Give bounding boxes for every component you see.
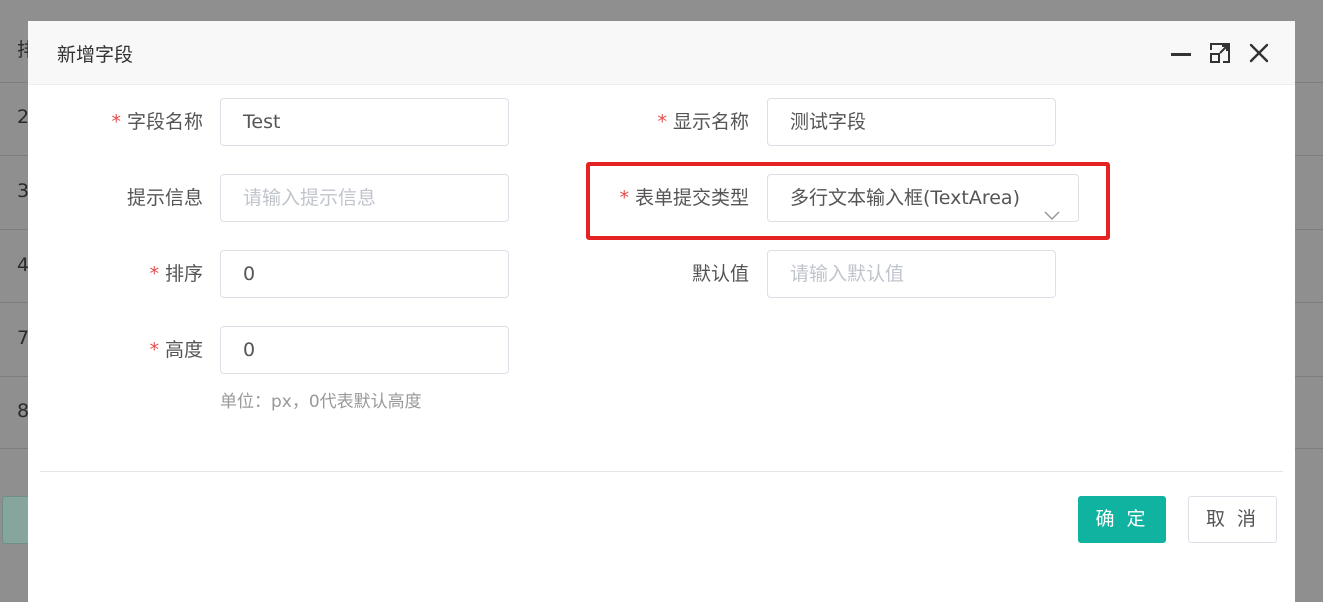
minimize-icon[interactable] xyxy=(1169,41,1193,65)
default-value-input[interactable]: 请输入默认值 xyxy=(767,250,1056,298)
maximize-icon[interactable] xyxy=(1208,41,1232,65)
display-name-label-text: 显示名称 xyxy=(672,111,749,133)
default-value-label-text: 默认值 xyxy=(691,263,749,285)
required-mark: * xyxy=(657,111,667,133)
close-icon[interactable] xyxy=(1247,41,1271,65)
required-mark: * xyxy=(111,111,121,133)
sort-input[interactable]: 0 xyxy=(220,250,509,298)
tip-label-text: 提示信息 xyxy=(126,187,203,209)
required-mark: * xyxy=(149,263,159,285)
height-label-text: 高度 xyxy=(164,339,203,361)
dialog-title: 新增字段 xyxy=(57,44,134,66)
highlight-box xyxy=(586,162,1110,240)
height-label: * 高度 xyxy=(68,326,203,374)
field-name-label: * 字段名称 xyxy=(68,98,203,146)
tip-input[interactable]: 请输入提示信息 xyxy=(220,174,509,222)
required-mark: * xyxy=(149,339,159,361)
footer-divider xyxy=(40,471,1283,472)
sort-label-text: 排序 xyxy=(164,263,203,285)
field-name-input[interactable]: Test xyxy=(220,98,509,146)
cancel-button[interactable]: 取 消 xyxy=(1188,496,1277,543)
dialog-header: 新增字段 xyxy=(28,21,1295,85)
display-name-input[interactable]: 测试字段 xyxy=(767,98,1056,146)
height-hint: 单位：px，0代表默认高度 xyxy=(220,392,422,412)
sort-label: * 排序 xyxy=(68,250,203,298)
display-name-label: * 显示名称 xyxy=(588,98,749,146)
confirm-button[interactable]: 确 定 xyxy=(1078,496,1166,543)
field-name-label-text: 字段名称 xyxy=(126,111,203,133)
height-input[interactable]: 0 xyxy=(220,326,509,374)
default-value-label: 默认值 xyxy=(588,250,749,298)
add-field-dialog: 新增字段 * 字段名称 Test * 显示名称 测试字段 提示信息 请输入提示信息 xyxy=(28,21,1295,602)
tip-label: 提示信息 xyxy=(68,174,203,222)
